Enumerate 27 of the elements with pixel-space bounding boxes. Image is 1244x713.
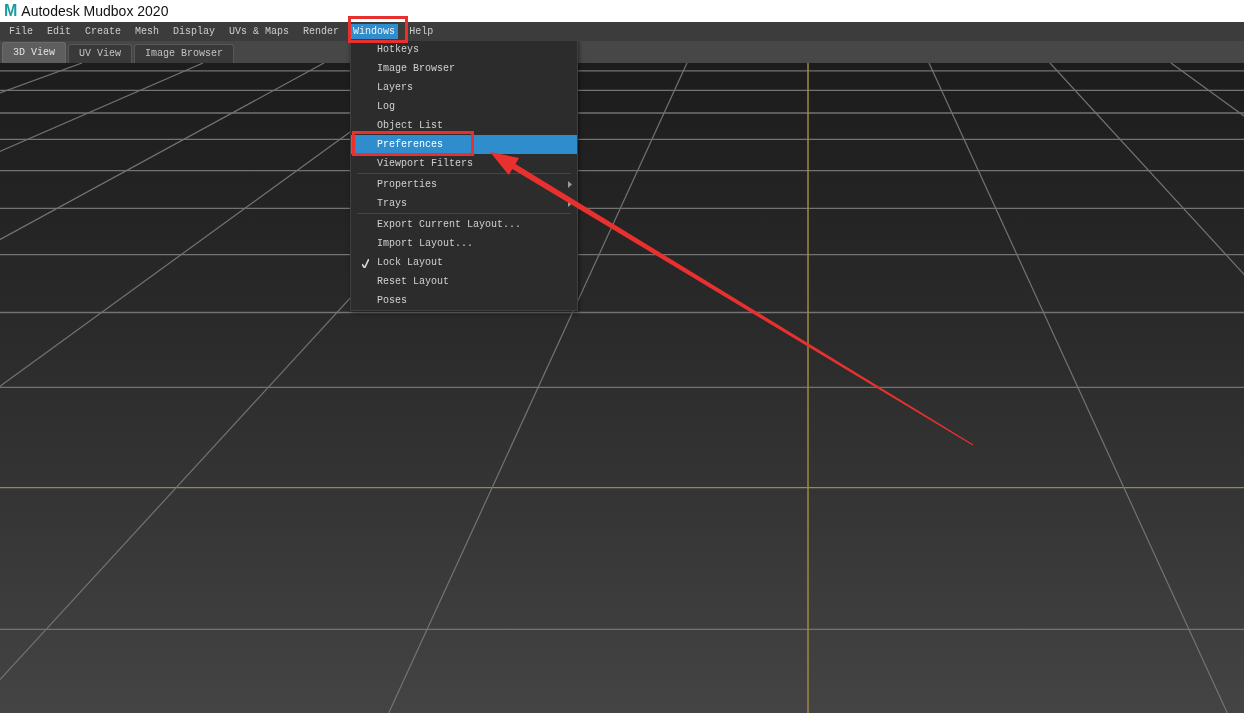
app-logo: M — [4, 2, 17, 20]
menu-item[interactable]: Import Layout... — [351, 234, 577, 253]
submenu-caret-icon — [568, 181, 572, 188]
menu-bar-item[interactable]: UVs & Maps — [226, 24, 293, 39]
menu-bar-item[interactable]: Edit — [44, 24, 75, 39]
menu-item[interactable]: Lock Layout — [351, 253, 577, 272]
menu-item[interactable]: Log — [351, 97, 577, 116]
view-tab[interactable]: Image Browser — [134, 44, 235, 63]
menu-item[interactable]: Layers — [351, 78, 577, 97]
menu-item[interactable]: Reset Layout — [351, 272, 577, 291]
window-title: Autodesk Mudbox 2020 — [21, 2, 169, 20]
menu-item[interactable]: Export Current Layout... — [351, 215, 577, 234]
menu-bar-item[interactable]: Display — [170, 24, 219, 39]
menu-item[interactable]: Hotkeys — [351, 40, 577, 59]
menu-item[interactable]: Poses — [351, 291, 577, 310]
menu-bar-item[interactable]: Create — [82, 24, 125, 39]
menu-item[interactable]: Image Browser — [351, 59, 577, 78]
menu-bar-item[interactable]: Help — [406, 24, 437, 39]
menu-bar-item[interactable]: Render — [300, 24, 343, 39]
menu-item[interactable]: Viewport Filters — [351, 154, 577, 173]
menu-item[interactable]: Object List — [351, 116, 577, 135]
menu-item[interactable]: Preferences — [351, 135, 577, 154]
view-tab[interactable]: UV View — [68, 44, 133, 63]
menu-bar-item[interactable]: Mesh — [132, 24, 163, 39]
menu-item[interactable]: Properties — [351, 175, 577, 194]
menu-bar-item[interactable]: File — [6, 24, 36, 39]
view-tab[interactable]: 3D View — [2, 42, 66, 63]
